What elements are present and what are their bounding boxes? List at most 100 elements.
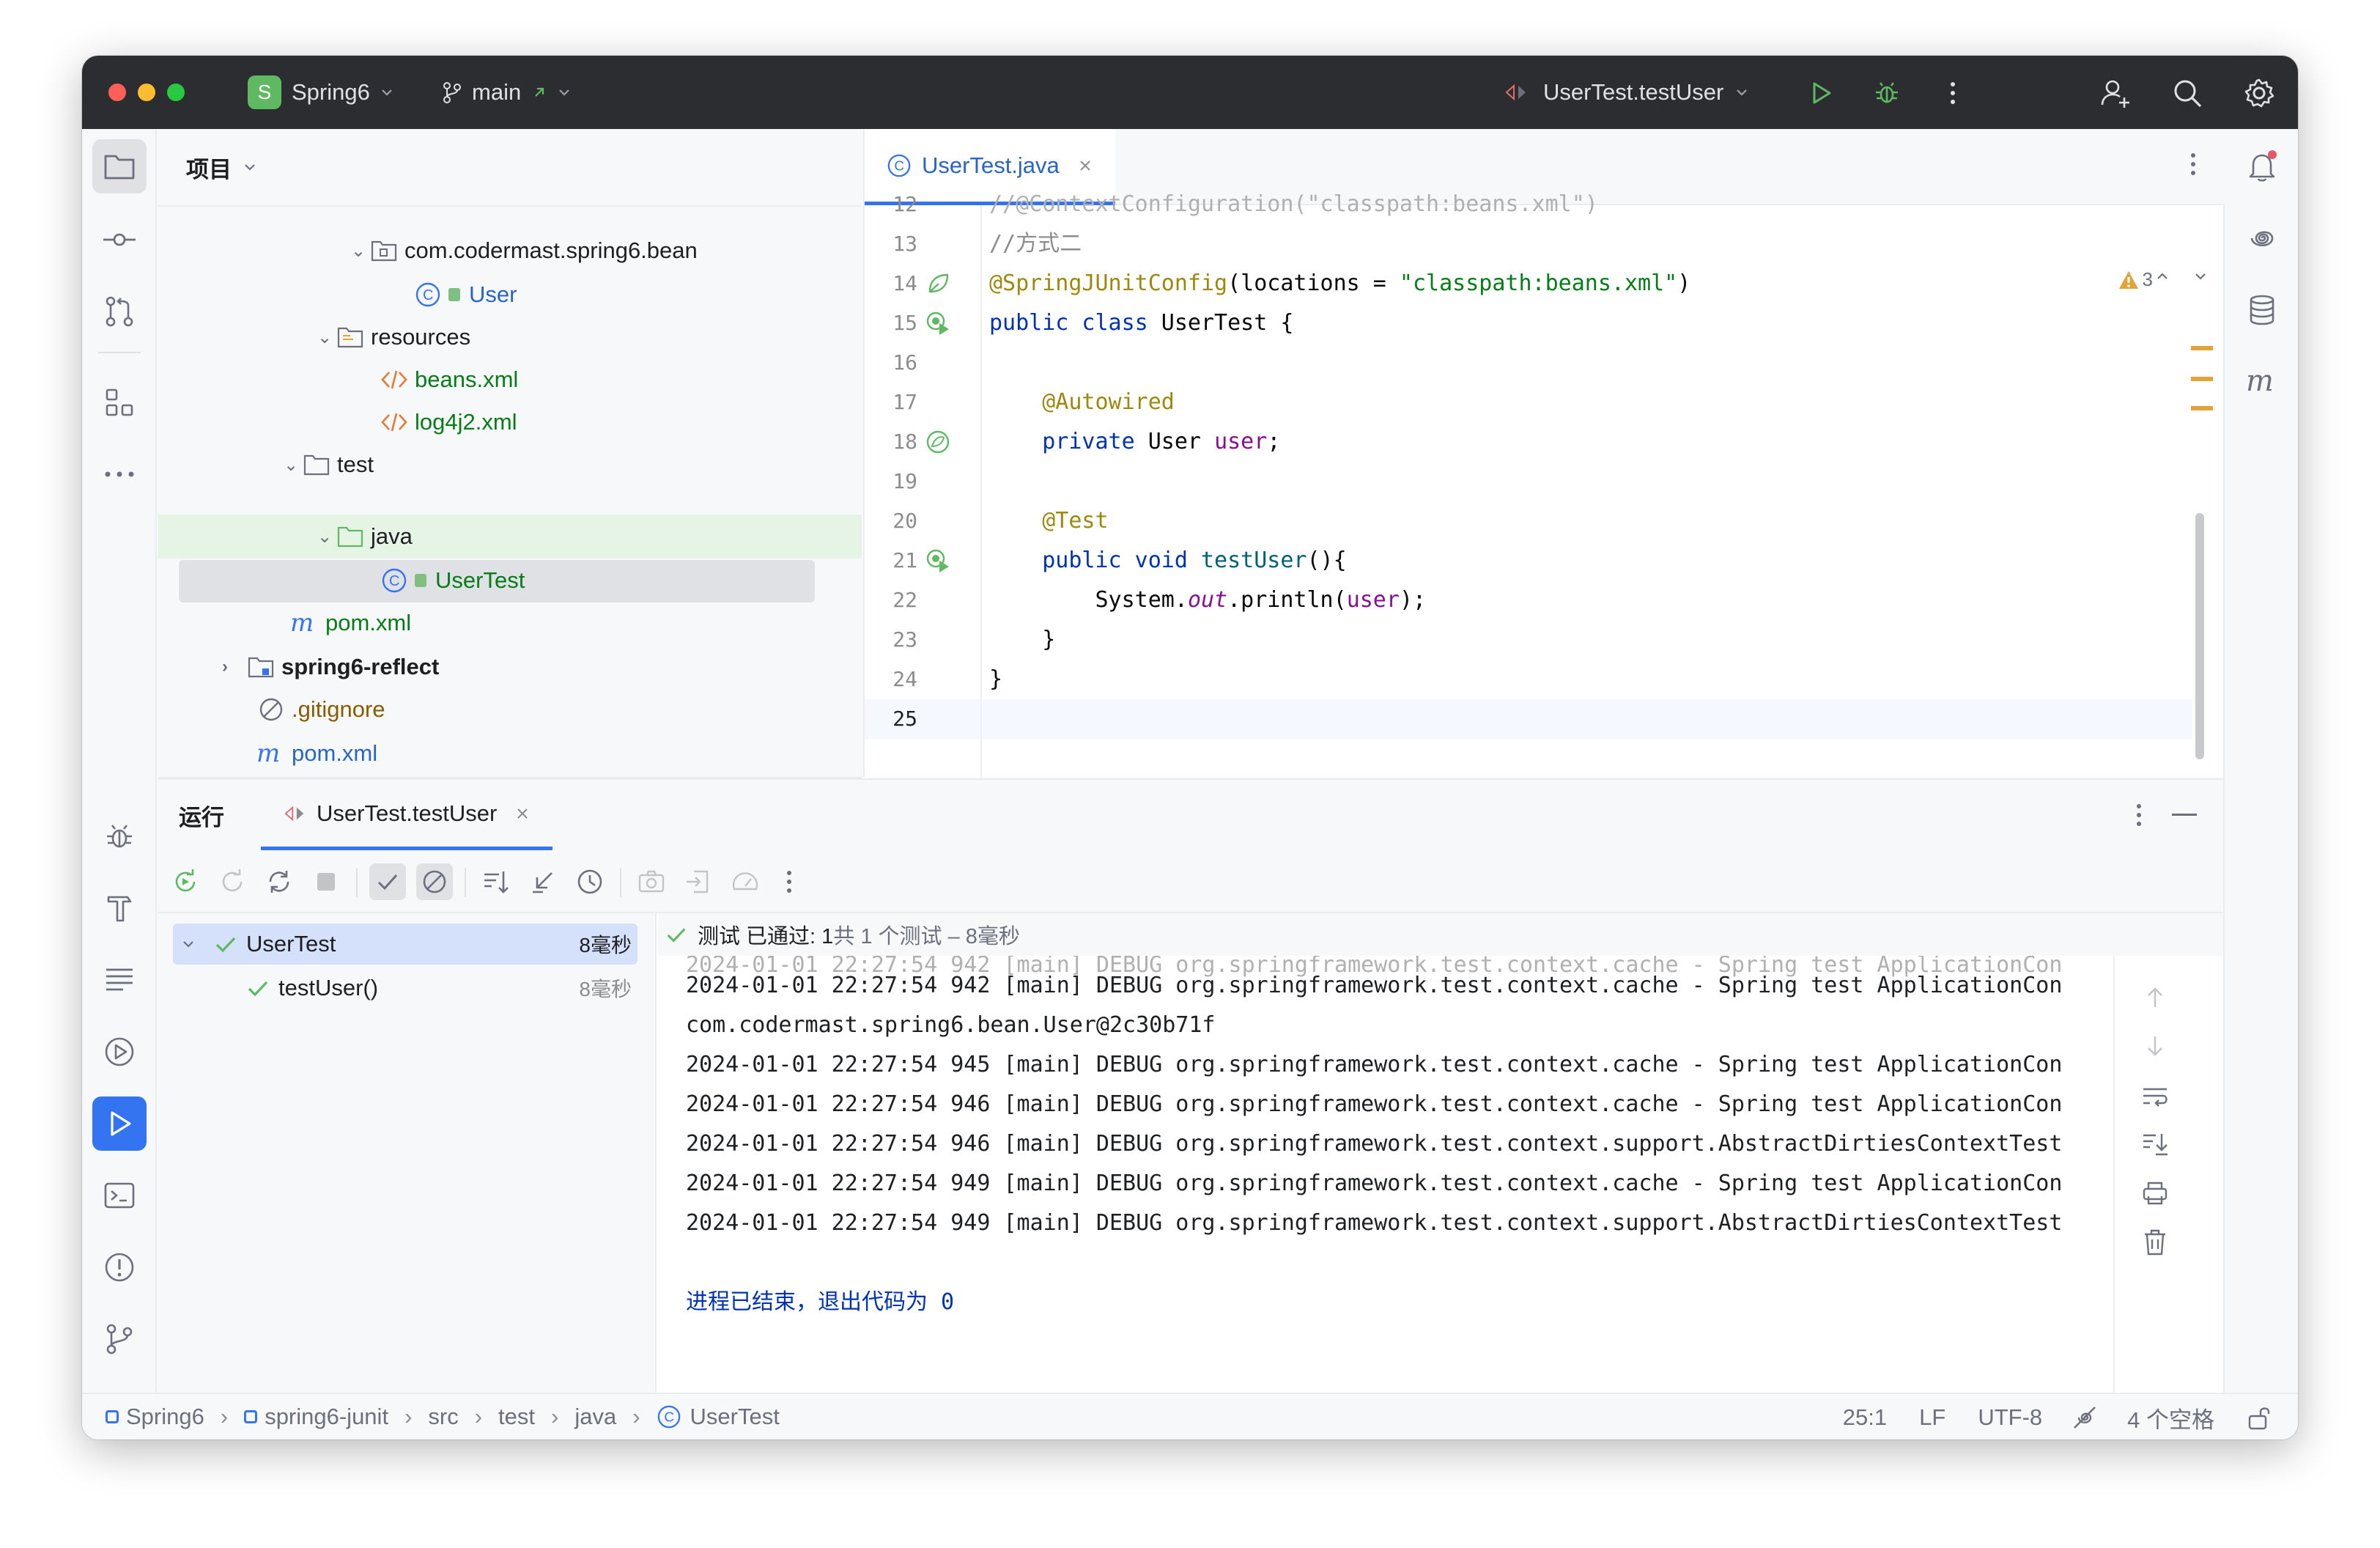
test-history-button[interactable] xyxy=(572,863,608,900)
print-button[interactable] xyxy=(2141,1180,2169,1210)
tree-item-spring6-reflect[interactable]: › spring6-reflect xyxy=(158,645,862,689)
tree-item-root-pom-xml[interactable]: m pom.xml xyxy=(158,731,862,775)
close-icon[interactable] xyxy=(514,806,531,822)
run-panel-options-button[interactable] xyxy=(2135,802,2143,832)
scroll-to-end-button[interactable] xyxy=(2141,1132,2169,1160)
editor-more-button[interactable] xyxy=(2189,151,2197,181)
add-user-button[interactable] xyxy=(2099,76,2132,110)
branch-switcher[interactable]: main xyxy=(440,76,572,108)
previous-highlight-button[interactable] xyxy=(2154,268,2170,288)
minimize-panel-button[interactable] xyxy=(2172,814,2197,816)
rerun-button[interactable] xyxy=(167,863,204,900)
tree-item-log4j2-xml[interactable]: log4j2.xml xyxy=(158,400,862,444)
collapse-all-button[interactable] xyxy=(525,863,561,900)
run-tab-usertest[interactable]: UserTest.testUser xyxy=(261,780,553,850)
code-content[interactable]: //@ContextConfiguration("classpath:beans… xyxy=(989,191,2198,777)
breadcrumb-item[interactable]: src xyxy=(428,1404,458,1430)
stop-button[interactable] xyxy=(308,863,344,900)
show-passed-button[interactable] xyxy=(369,863,406,900)
breadcrumb-item[interactable]: java xyxy=(574,1404,616,1430)
autowired-gutter-icon[interactable] xyxy=(923,422,953,462)
tree-item-resources[interactable]: ⌄ resources xyxy=(158,315,862,359)
minimize-window-button[interactable] xyxy=(138,84,155,101)
scroll-down-button[interactable] xyxy=(2144,1033,2166,1062)
screenshot-button[interactable] xyxy=(633,863,670,900)
class-icon: C xyxy=(657,1405,680,1429)
more-actions-button[interactable] xyxy=(1936,76,1970,110)
structure-tool-button[interactable] xyxy=(92,375,147,430)
search-button[interactable] xyxy=(2170,76,2204,110)
line-number: 16 xyxy=(892,350,917,375)
project-panel: 项目 ⌄ com.codermast.spring6.bean C User ⌄… xyxy=(158,129,862,777)
run-button[interactable] xyxy=(1804,76,1838,110)
import-tests-button[interactable] xyxy=(680,863,717,900)
rerun-failed-button[interactable] xyxy=(214,863,251,900)
ai-disabled-icon[interactable] xyxy=(2072,1404,2098,1431)
next-highlight-button[interactable] xyxy=(2192,268,2209,288)
pull-requests-tool-button[interactable] xyxy=(92,284,147,339)
line-separator[interactable]: LF xyxy=(1919,1404,1945,1431)
commit-tool-button[interactable] xyxy=(92,213,147,267)
tree-item-test-folder[interactable]: ⌄ test xyxy=(158,443,862,487)
breadcrumb-item[interactable]: UserTest xyxy=(690,1404,780,1430)
test-node-usertest[interactable]: UserTest 8毫秒 xyxy=(173,924,638,965)
editor-scrollbar[interactable] xyxy=(2195,513,2204,759)
close-window-button[interactable] xyxy=(108,84,126,101)
toggle-auto-test-button[interactable] xyxy=(261,863,298,900)
close-icon[interactable] xyxy=(1077,158,1093,174)
debug-tool-button[interactable] xyxy=(92,809,147,863)
debug-button[interactable] xyxy=(1870,76,1904,110)
project-switcher[interactable]: S Spring6 xyxy=(248,75,395,109)
caret-position[interactable]: 25:1 xyxy=(1843,1404,1887,1431)
terminal-icon xyxy=(104,1182,135,1209)
warning-marker[interactable] xyxy=(2191,406,2213,410)
build-tool-button[interactable] xyxy=(92,881,147,935)
project-panel-header[interactable]: 项目 xyxy=(158,129,862,205)
show-ignored-button[interactable] xyxy=(416,863,453,900)
tree-item-module-pom-xml[interactable]: m pom.xml xyxy=(158,601,862,645)
tree-item-package-bean[interactable]: ⌄ com.codermast.spring6.bean xyxy=(158,229,862,273)
notifications-button[interactable] xyxy=(2235,139,2289,194)
console-output[interactable]: 测试 已通过: 1 共 1 个测试 – 8毫秒 2024-01-01 22:27… xyxy=(658,913,2223,1394)
run-class-gutter-icon[interactable] xyxy=(923,303,953,343)
clear-console-button[interactable] xyxy=(2143,1228,2168,1260)
scroll-up-button[interactable] xyxy=(2144,985,2166,1014)
warning-marker[interactable] xyxy=(2191,377,2213,381)
indent-setting[interactable]: 4 个空格 xyxy=(2127,1401,2214,1434)
breadcrumb-item[interactable]: spring6-junit xyxy=(265,1404,388,1430)
ai-assistant-button[interactable] xyxy=(2235,211,2289,265)
maven-icon: m xyxy=(256,739,286,768)
test-node-testuser[interactable]: testUser() 8毫秒 xyxy=(173,968,638,1009)
settings-button[interactable] xyxy=(2242,76,2276,110)
git-tool-button[interactable] xyxy=(92,1312,147,1366)
run-method-gutter-icon[interactable] xyxy=(923,541,953,580)
sort-button[interactable] xyxy=(478,863,514,900)
tree-item-usertest-class[interactable]: C UserTest xyxy=(158,559,862,602)
coverage-button[interactable] xyxy=(727,863,764,900)
soft-wrap-button[interactable] xyxy=(2141,1085,2169,1112)
maven-tool-button[interactable]: m xyxy=(2235,355,2289,409)
spring-config-gutter-icon[interactable] xyxy=(923,264,953,303)
inspection-widget[interactable]: 3 xyxy=(2118,268,2153,291)
services-tool-button[interactable] xyxy=(92,1025,147,1079)
run-config-selector[interactable]: UserTest.testUser xyxy=(1504,76,1750,108)
tree-item-gitignore[interactable]: .gitignore xyxy=(158,688,862,731)
problems-list-tool-button[interactable] xyxy=(92,953,147,1007)
warning-marker[interactable] xyxy=(2191,346,2213,350)
more-tools-button[interactable] xyxy=(92,447,147,501)
console-text-area[interactable]: 2024-01-01 22:27:54 942 [main] DEBUG org… xyxy=(658,956,2113,1394)
more-run-actions-button[interactable] xyxy=(771,863,808,900)
terminal-tool-button[interactable] xyxy=(92,1168,147,1223)
breadcrumb-item[interactable]: Spring6 xyxy=(126,1404,204,1430)
unlock-icon[interactable] xyxy=(2247,1404,2272,1431)
breadcrumb-item[interactable]: test xyxy=(498,1404,535,1430)
run-tool-button[interactable] xyxy=(92,1096,147,1151)
database-tool-button[interactable] xyxy=(2235,283,2289,337)
tree-item-user-class[interactable]: C User xyxy=(158,273,862,317)
file-encoding[interactable]: UTF-8 xyxy=(1978,1404,2042,1431)
tree-item-java-folder[interactable]: ⌄ java xyxy=(158,515,862,559)
tree-item-beans-xml[interactable]: beans.xml xyxy=(158,358,862,402)
problems-tool-button[interactable] xyxy=(92,1240,147,1294)
zoom-window-button[interactable] xyxy=(167,84,185,101)
project-tool-button[interactable] xyxy=(92,139,147,194)
